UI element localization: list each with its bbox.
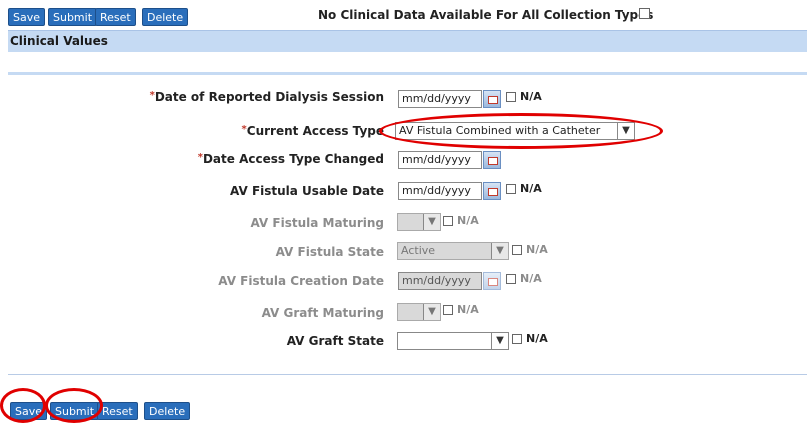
av-fistula-maturing-select[interactable]: ▼	[397, 213, 441, 231]
date-access-changed-label-text: Date Access Type Changed	[202, 152, 384, 166]
na-label: N/A	[520, 182, 542, 195]
av-fistula-state-select[interactable]: Active ▼	[397, 242, 509, 260]
calendar-icon[interactable]	[483, 272, 501, 290]
section-divider	[8, 72, 807, 75]
footer-divider	[8, 374, 807, 375]
av-graft-state-select[interactable]: ▼	[397, 332, 509, 350]
current-access-type-select[interactable]: AV Fistula Combined with a Catheter ▼	[395, 122, 635, 140]
av-fistula-state-label: AV Fistula State	[275, 245, 384, 259]
av-fistula-maturing-na-checkbox[interactable]	[443, 216, 453, 226]
date-session-label: *Date of Reported Dialysis Session	[150, 90, 384, 104]
av-graft-maturing-select[interactable]: ▼	[397, 303, 441, 321]
av-fistula-usable-date-input[interactable]: mm/dd/yyyy	[398, 182, 482, 200]
na-label: N/A	[526, 243, 548, 256]
no-clinical-data-checkbox[interactable]	[639, 8, 650, 19]
calendar-icon[interactable]	[483, 151, 501, 169]
current-access-type-label: *Current Access Type	[242, 124, 384, 138]
current-access-type-value: AV Fistula Combined with a Catheter	[399, 124, 601, 137]
date-session-na-checkbox[interactable]	[506, 92, 516, 102]
av-graft-maturing-na-checkbox[interactable]	[443, 305, 453, 315]
na-label: N/A	[520, 90, 542, 103]
na-label: N/A	[457, 214, 479, 227]
save-button-top[interactable]: Save	[8, 8, 46, 26]
reset-button-bottom[interactable]: Reset	[97, 402, 138, 420]
calendar-icon[interactable]	[483, 90, 501, 108]
no-clinical-data-label: No Clinical Data Available For All Colle…	[318, 8, 654, 22]
date-access-changed-input[interactable]: mm/dd/yyyy	[398, 151, 482, 169]
av-fistula-creation-date-input[interactable]: mm/dd/yyyy	[398, 272, 482, 290]
na-label: N/A	[520, 272, 542, 285]
chevron-down-icon: ▼	[491, 333, 508, 349]
chevron-down-icon: ▼	[617, 123, 634, 139]
date-session-label-text: Date of Reported Dialysis Session	[154, 90, 384, 104]
chevron-down-icon: ▼	[491, 243, 508, 259]
date-access-changed-label: *Date Access Type Changed	[198, 152, 384, 166]
delete-button-top[interactable]: Delete	[142, 8, 189, 26]
save-button-bottom[interactable]: Save	[10, 402, 48, 420]
na-label: N/A	[526, 332, 548, 345]
av-graft-maturing-label: AV Graft Maturing	[261, 306, 384, 320]
current-access-type-label-text: Current Access Type	[246, 124, 384, 138]
av-fistula-usable-date-label: AV Fistula Usable Date	[230, 184, 384, 198]
av-fistula-usable-date-na-checkbox[interactable]	[506, 184, 516, 194]
calendar-icon[interactable]	[483, 182, 501, 200]
av-fistula-creation-date-na-checkbox[interactable]	[506, 274, 516, 284]
chevron-down-icon: ▼	[423, 214, 440, 230]
av-graft-state-label: AV Graft State	[286, 334, 384, 348]
av-fistula-state-na-checkbox[interactable]	[512, 245, 522, 255]
reset-button-top[interactable]: Reset	[95, 8, 136, 26]
av-fistula-state-value: Active	[401, 244, 436, 257]
section-header: Clinical Values	[8, 30, 807, 52]
na-label: N/A	[457, 303, 479, 316]
chevron-down-icon: ▼	[423, 304, 440, 320]
date-session-input[interactable]: mm/dd/yyyy	[398, 90, 482, 108]
submit-button-top[interactable]: Submit	[48, 8, 98, 26]
av-graft-state-na-checkbox[interactable]	[512, 334, 522, 344]
submit-button-bottom[interactable]: Submit	[50, 402, 100, 420]
section-title: Clinical Values	[10, 34, 108, 48]
av-fistula-creation-date-label: AV Fistula Creation Date	[218, 274, 384, 288]
av-fistula-maturing-label: AV Fistula Maturing	[250, 216, 384, 230]
delete-button-bottom[interactable]: Delete	[144, 402, 191, 420]
